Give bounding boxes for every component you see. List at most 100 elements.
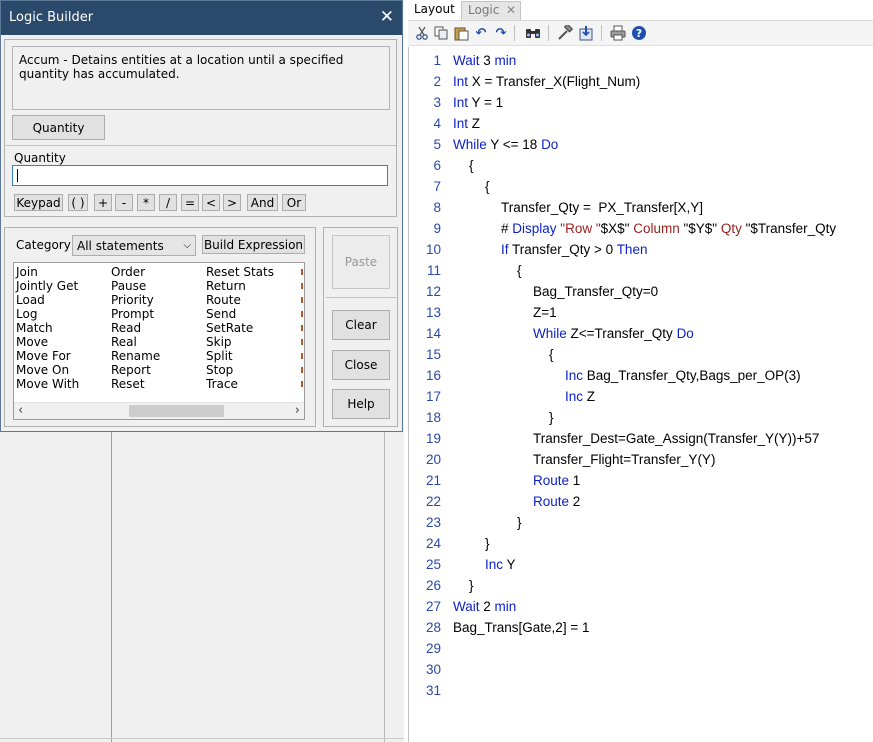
paste-icon[interactable] bbox=[452, 24, 470, 42]
code-line[interactable]: Wait 3 min bbox=[453, 50, 516, 71]
code-line[interactable]: Int Z bbox=[453, 113, 480, 134]
quantity-input[interactable] bbox=[12, 165, 388, 186]
statement-item[interactable]: Priority bbox=[111, 293, 160, 307]
help-icon[interactable]: ? bbox=[630, 24, 648, 42]
minus-button[interactable]: - bbox=[115, 194, 133, 211]
tab-logic[interactable]: Logic ✕ bbox=[461, 1, 521, 20]
scrollbar-thumb[interactable] bbox=[129, 405, 224, 417]
close-icon[interactable]: ✕ bbox=[380, 7, 394, 27]
statement-item-clipped[interactable] bbox=[301, 321, 304, 335]
code-line[interactable]: Bag_Transfer_Qty=0 bbox=[533, 281, 658, 302]
multiply-button[interactable]: * bbox=[137, 194, 155, 211]
statement-item-clipped[interactable] bbox=[301, 335, 304, 349]
statement-item[interactable]: Move bbox=[16, 335, 79, 349]
close-icon[interactable]: ✕ bbox=[506, 3, 516, 17]
code-line[interactable]: While Y <= 18 Do bbox=[453, 134, 558, 155]
statement-item[interactable]: Return bbox=[206, 279, 274, 293]
redo-icon[interactable]: ↷ bbox=[492, 24, 510, 42]
statement-item[interactable]: Log bbox=[16, 307, 79, 321]
code-line[interactable]: Route 2 bbox=[533, 491, 580, 512]
clear-button[interactable]: Clear bbox=[332, 310, 390, 340]
or-button[interactable]: Or bbox=[282, 194, 306, 211]
statement-item-clipped[interactable] bbox=[301, 293, 304, 307]
equals-button[interactable]: = bbox=[181, 194, 199, 211]
plus-button[interactable]: + bbox=[94, 194, 112, 211]
less-than-button[interactable]: < bbox=[202, 194, 220, 211]
parentheses-button[interactable]: ( ) bbox=[68, 194, 88, 211]
statement-item-clipped[interactable] bbox=[301, 307, 304, 321]
code-line[interactable]: Inc Y bbox=[485, 554, 516, 575]
statement-item-clipped[interactable] bbox=[301, 265, 304, 279]
statement-item[interactable]: Join bbox=[16, 265, 79, 279]
statement-item[interactable]: Report bbox=[111, 363, 160, 377]
and-button[interactable]: And bbox=[247, 194, 278, 211]
code-line[interactable]: If Transfer_Qty > 0 Then bbox=[501, 239, 647, 260]
chevron-right-icon[interactable]: › bbox=[295, 403, 300, 418]
statement-item-clipped[interactable] bbox=[301, 363, 304, 377]
build-icon[interactable] bbox=[556, 24, 574, 42]
code-line[interactable]: } bbox=[517, 512, 522, 533]
dialog-title-bar[interactable]: Logic Builder ✕ bbox=[1, 1, 402, 35]
paste-button[interactable]: Paste bbox=[332, 235, 390, 289]
statement-item-clipped[interactable] bbox=[301, 279, 304, 293]
code-line[interactable]: While Z<=Transfer_Qty Do bbox=[533, 323, 694, 344]
statement-item[interactable]: Move For bbox=[16, 349, 79, 363]
statement-item[interactable]: Rename bbox=[111, 349, 160, 363]
code-line[interactable]: { bbox=[549, 344, 554, 365]
import-icon[interactable] bbox=[577, 24, 595, 42]
statement-item[interactable]: Move With bbox=[16, 377, 79, 391]
build-expression-button[interactable]: Build Expression bbox=[202, 235, 305, 254]
statement-item[interactable]: Skip bbox=[206, 335, 274, 349]
statement-item[interactable]: Real bbox=[111, 335, 160, 349]
greater-than-button[interactable]: > bbox=[223, 194, 241, 211]
statement-item[interactable]: Jointly Get bbox=[16, 279, 79, 293]
code-line[interactable]: Wait 2 min bbox=[453, 596, 516, 617]
code-editor[interactable]: 1 Wait 3 min 2 Int X = Transfer_X(Flight_Nu… bbox=[408, 47, 873, 742]
undo-icon[interactable]: ↶ bbox=[472, 24, 490, 42]
code-line[interactable]: } bbox=[469, 575, 474, 596]
help-button[interactable]: Help bbox=[332, 389, 390, 419]
tab-layout[interactable]: Layout bbox=[408, 1, 460, 20]
statement-item[interactable]: Trace bbox=[206, 377, 274, 391]
code-line[interactable]: } bbox=[485, 533, 490, 554]
cut-icon[interactable] bbox=[413, 24, 431, 42]
horizontal-scrollbar[interactable]: ‹ › bbox=[14, 402, 304, 419]
code-line[interactable]: Route 1 bbox=[533, 470, 580, 491]
chevron-left-icon[interactable]: ‹ bbox=[18, 403, 23, 418]
code-line[interactable]: Bag_Trans[Gate,2] = 1 bbox=[453, 617, 589, 638]
code-line[interactable]: { bbox=[469, 155, 474, 176]
code-line[interactable]: Transfer_Qty = PX_Transfer[X,Y] bbox=[501, 197, 703, 218]
statement-list[interactable]: Join Jointly Get Load Log Match Move Move For M… bbox=[13, 262, 305, 420]
keypad-button[interactable]: Keypad bbox=[14, 194, 63, 211]
statement-item[interactable]: Read bbox=[111, 321, 160, 335]
divide-button[interactable]: / bbox=[159, 194, 177, 211]
statement-item[interactable]: Split bbox=[206, 349, 274, 363]
statement-item[interactable]: Send bbox=[206, 307, 274, 321]
code-line[interactable]: Inc Bag_Transfer_Qty,Bags_per_OP(3) bbox=[565, 365, 801, 386]
code-line[interactable]: Transfer_Dest=Gate_Assign(Transfer_Y(Y))… bbox=[533, 428, 819, 449]
statement-item[interactable]: Move On bbox=[16, 363, 79, 377]
statement-item-clipped[interactable] bbox=[301, 377, 304, 391]
category-select[interactable]: All statements ⌵ bbox=[72, 235, 196, 256]
statement-item[interactable]: Reset Stats bbox=[206, 265, 274, 279]
code-line[interactable]: # Display "Row "$X$" Column "$Y$" Qty "$… bbox=[501, 218, 836, 239]
quantity-param-button[interactable]: Quantity bbox=[12, 115, 105, 140]
copy-icon[interactable] bbox=[432, 24, 450, 42]
statement-item[interactable]: Route bbox=[206, 293, 274, 307]
statement-item[interactable]: SetRate bbox=[206, 321, 274, 335]
statement-item[interactable]: Prompt bbox=[111, 307, 160, 321]
code-line[interactable]: Inc Z bbox=[565, 386, 595, 407]
code-line[interactable]: Int Y = 1 bbox=[453, 92, 503, 113]
code-line[interactable]: { bbox=[485, 176, 490, 197]
code-line[interactable]: { bbox=[517, 260, 522, 281]
code-line[interactable]: } bbox=[549, 407, 554, 428]
code-line[interactable]: Z=1 bbox=[533, 302, 557, 323]
code-line[interactable]: Transfer_Flight=Transfer_Y(Y) bbox=[533, 449, 715, 470]
statement-item-clipped[interactable] bbox=[301, 349, 304, 363]
find-icon[interactable] bbox=[524, 24, 542, 42]
close-button[interactable]: Close bbox=[332, 350, 390, 380]
statement-item[interactable]: Match bbox=[16, 321, 79, 335]
statement-item[interactable]: Reset bbox=[111, 377, 160, 391]
statement-item[interactable]: Pause bbox=[111, 279, 160, 293]
statement-item[interactable]: Stop bbox=[206, 363, 274, 377]
